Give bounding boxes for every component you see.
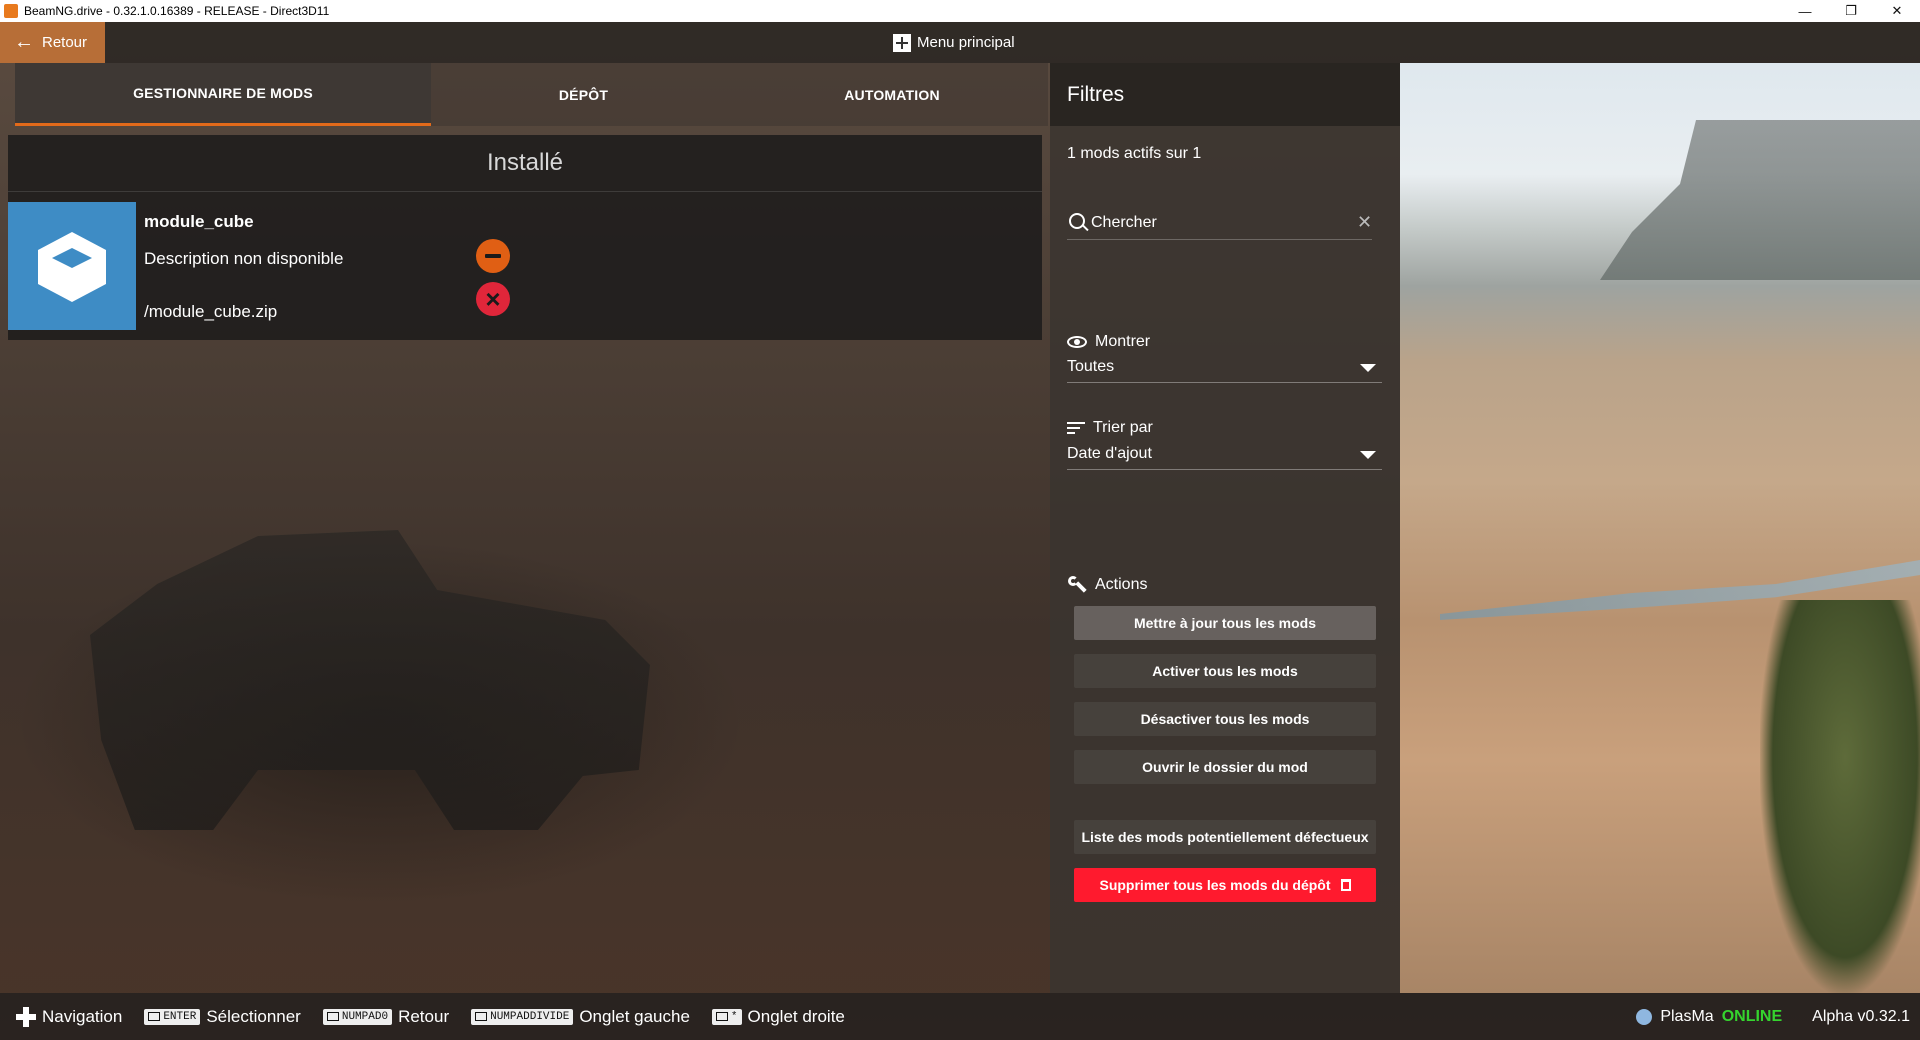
menu-icon — [893, 33, 911, 52]
version-label: Alpha v0.32.1 — [1812, 1007, 1910, 1025]
caret-down-icon — [1360, 451, 1376, 459]
show-filter-label: Montrer — [1067, 333, 1150, 351]
keyboard-icon — [326, 1012, 339, 1021]
key-badge: ENTER — [144, 1008, 201, 1025]
delete-mod-button[interactable]: × — [476, 282, 510, 316]
app-icon — [4, 4, 18, 18]
hint-label: Onglet gauche — [579, 1006, 690, 1026]
actions-label-text: Actions — [1095, 576, 1148, 593]
sort-filter-label: Trier par — [1067, 419, 1153, 437]
mod-thumbnail — [8, 202, 136, 330]
hint-tab-left: NUMPADDIVIDE Onglet gauche — [471, 1007, 690, 1027]
key-badge: NUMPADDIVIDE — [471, 1008, 574, 1025]
hint-tab-right: * Onglet droite — [711, 1006, 845, 1027]
steam-icon — [1636, 1008, 1653, 1025]
mod-name: module_cube — [144, 212, 254, 231]
top-bar: ← Retour Menu principal — [0, 22, 1920, 63]
sort-label-text: Trier par — [1093, 419, 1153, 436]
hint-label: Navigation — [42, 1006, 123, 1026]
open-mod-folder-button[interactable]: Ouvrir le dossier du mod — [1074, 750, 1376, 784]
hint-navigation: Navigation — [16, 1006, 123, 1027]
mod-path: /module_cube.zip — [144, 302, 278, 321]
mod-description: Description non disponible — [144, 249, 344, 268]
restore-button[interactable]: ❐ — [1828, 0, 1874, 22]
delete-all-repo-mods-button[interactable]: Supprimer tous les mods du dépôt — [1074, 868, 1376, 902]
minimize-button[interactable]: — — [1782, 0, 1828, 22]
installed-heading: Installé — [8, 135, 1042, 192]
key-name: NUMPAD0 — [341, 1010, 389, 1023]
caret-down-icon — [1360, 364, 1376, 372]
installed-panel: Installé module_cube Description non dis… — [8, 135, 1042, 340]
sort-select[interactable]: Date d'ajout — [1067, 439, 1382, 470]
search-input[interactable] — [1091, 209, 1331, 237]
sort-icon — [1067, 422, 1085, 434]
window-title: BeamNG.drive - 0.32.1.0.16389 - RELEASE … — [24, 4, 330, 18]
status-area: PlasMa ONLINE Alpha v0.32.1 — [1636, 993, 1920, 1040]
minus-icon — [485, 254, 501, 258]
hint-back: NUMPAD0 Retour — [322, 1006, 450, 1027]
update-all-mods-button[interactable]: Mettre à jour tous les mods — [1074, 606, 1376, 640]
delete-all-label: Supprimer tous les mods du dépôt — [1099, 877, 1331, 893]
hint-select: ENTER Sélectionner — [144, 1007, 301, 1027]
keyboard-icon — [475, 1012, 488, 1021]
mod-list-item[interactable]: module_cube Description non disponible /… — [8, 202, 1042, 330]
key-badge: * — [711, 1008, 742, 1025]
faulty-mods-list-button[interactable]: Liste des mods potentiellement défectueu… — [1074, 820, 1376, 854]
wrench-icon — [1067, 575, 1087, 595]
window-titlebar: BeamNG.drive - 0.32.1.0.16389 - RELEASE … — [0, 0, 1920, 22]
cube-icon — [38, 232, 106, 302]
deactivate-all-mods-button[interactable]: Désactiver tous les mods — [1074, 702, 1376, 736]
keyboard-icon — [715, 1012, 728, 1021]
online-status: ONLINE — [1721, 1007, 1783, 1025]
keyboard-icon — [148, 1012, 161, 1021]
search-field: ✕ — [1067, 209, 1372, 240]
background-tree — [1760, 600, 1920, 993]
key-badge: NUMPAD0 — [322, 1008, 393, 1025]
hint-label: Onglet droite — [747, 1006, 845, 1026]
back-button[interactable]: ← Retour — [0, 22, 105, 63]
bottom-hint-bar: Navigation ENTER Sélectionner NUMPAD0 Re… — [0, 993, 1920, 1040]
show-select-value: Toutes — [1067, 358, 1115, 375]
arrow-left-icon: ← — [14, 31, 34, 53]
clear-search-icon[interactable]: ✕ — [1357, 212, 1372, 233]
eye-icon — [1067, 336, 1087, 348]
back-button-label: Retour — [42, 34, 88, 51]
mod-tabs: GESTIONNAIRE DE MODS DÉPÔT AUTOMATION — [15, 63, 1048, 126]
main-menu-button[interactable]: Menu principal — [893, 22, 1015, 63]
show-label-text: Montrer — [1095, 333, 1151, 350]
hint-label: Sélectionner — [206, 1006, 301, 1026]
tab-automation[interactable]: AUTOMATION — [736, 63, 1048, 126]
tab-mod-manager[interactable]: GESTIONNAIRE DE MODS — [15, 63, 431, 126]
disable-mod-button[interactable] — [476, 239, 510, 273]
key-name: * — [730, 1010, 738, 1023]
filters-heading: Filtres — [1050, 63, 1400, 126]
active-mods-count: 1 mods actifs sur 1 — [1067, 145, 1202, 162]
show-select[interactable]: Toutes — [1067, 352, 1382, 383]
key-name: NUMPADDIVIDE — [490, 1010, 570, 1023]
tab-repository[interactable]: DÉPÔT — [431, 63, 736, 126]
x-icon: × — [485, 284, 501, 314]
sort-select-value: Date d'ajout — [1067, 445, 1152, 462]
search-icon — [1069, 213, 1085, 229]
hint-label: Retour — [398, 1006, 450, 1026]
actions-label: Actions — [1067, 575, 1147, 595]
dpad-icon — [16, 1006, 36, 1027]
key-name: ENTER — [163, 1010, 197, 1023]
username: PlasMa — [1660, 1007, 1714, 1025]
close-window-button[interactable]: ✕ — [1874, 0, 1920, 22]
activate-all-mods-button[interactable]: Activer tous les mods — [1074, 654, 1376, 688]
main-menu-label: Menu principal — [917, 34, 1015, 51]
trash-icon — [1340, 879, 1351, 891]
filters-panel: Filtres 1 mods actifs sur 1 ✕ Montrer To… — [1050, 63, 1400, 993]
